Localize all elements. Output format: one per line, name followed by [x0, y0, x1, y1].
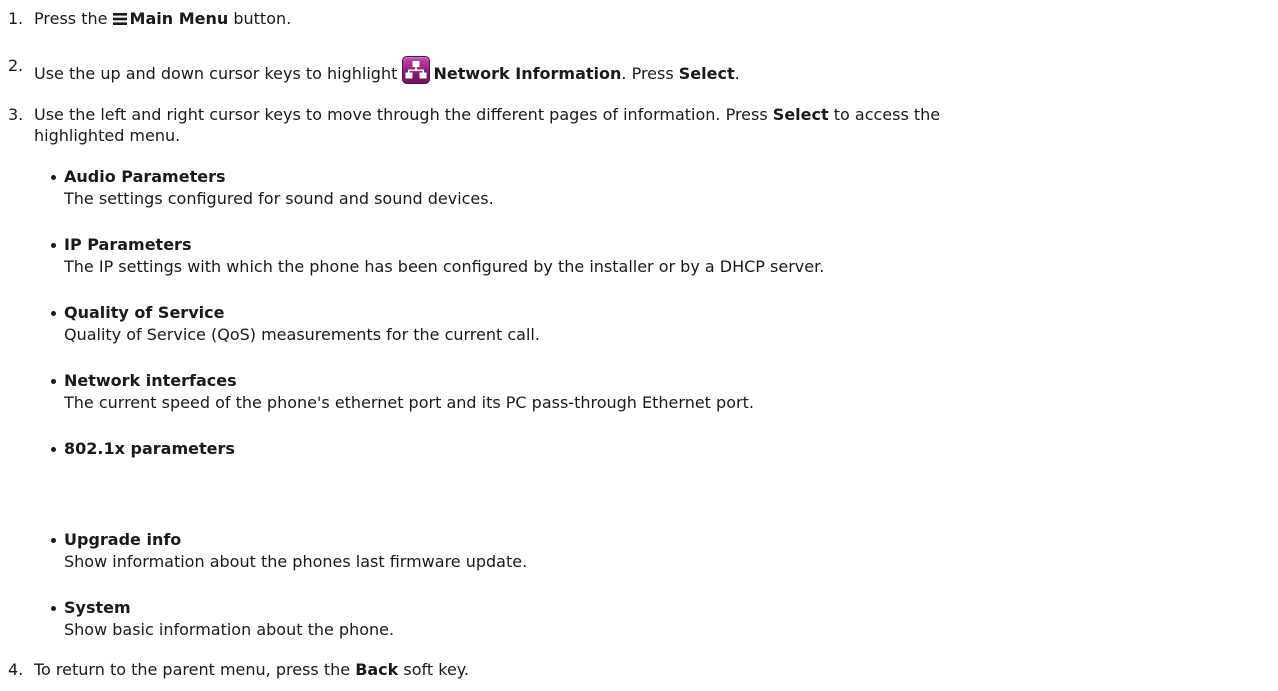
item-description: Quality of Service (QoS) measurements fo…: [64, 325, 540, 344]
step-text-line-2: highlighted menu.: [34, 126, 181, 145]
step-text-before: Press the: [34, 9, 108, 28]
step-text-after: . Press: [621, 64, 674, 83]
list-item: Upgrade info Show information about the …: [50, 530, 1250, 574]
step-text-before: Use the left and right cursor keys to mo…: [34, 105, 768, 124]
item-description: The current speed of the phone's etherne…: [64, 393, 754, 412]
step-text: Press the Main Menu button.: [34, 9, 1278, 30]
network-information-icon: [402, 56, 431, 84]
step-text-after: button.: [233, 9, 292, 28]
list-item: System Show basic information about the …: [50, 598, 1250, 642]
list-item: IP Parameters The IP settings with which…: [50, 235, 1250, 279]
step-text-period: .: [734, 64, 740, 83]
step-text-after: soft key.: [403, 660, 470, 679]
select-key-label: Select: [678, 64, 735, 83]
step-3: 3. Use the left and right cursor keys to…: [0, 105, 1278, 155]
item-description: Show basic information about the phone.: [64, 620, 395, 639]
select-key-label: Select: [772, 105, 829, 124]
step-text: Use the up and down cursor keys to highl…: [34, 56, 1278, 85]
list-item: Network interfaces The current speed of …: [50, 371, 1250, 415]
step-text-before: Use the up and down cursor keys to highl…: [34, 64, 398, 83]
list-item: 802.1x parameters: [50, 439, 1250, 483]
step-1: 1. Press the Main Menu button.: [0, 9, 1278, 33]
instructions-page: 1. Press the Main Menu button. 2. Use th…: [0, 0, 1278, 691]
item-title: System: [64, 598, 131, 617]
item-title: IP Parameters: [64, 235, 192, 254]
step-text-line-1: Use the left and right cursor keys to mo…: [34, 105, 1278, 126]
item-title: Upgrade info: [64, 530, 182, 549]
item-title: 802.1x parameters: [64, 439, 235, 458]
item-title: Audio Parameters: [64, 167, 226, 186]
item-description: The IP settings with which the phone has…: [64, 257, 825, 276]
item-description: The settings configured for sound and so…: [64, 189, 494, 208]
back-key-label: Back: [355, 660, 399, 679]
network-information-label: Network Information: [433, 64, 622, 83]
main-menu-icon: [112, 13, 127, 25]
item-title: Network interfaces: [64, 371, 237, 390]
list-item: Audio Parameters The settings configured…: [50, 167, 1250, 211]
list-item: Quality of Service Quality of Service (Q…: [50, 303, 1250, 347]
step-text: To return to the parent menu, press the …: [34, 660, 1278, 681]
main-menu-label: Main Menu: [129, 9, 229, 28]
item-description: Show information about the phones last f…: [64, 552, 528, 571]
step-text-before: To return to the parent menu, press the: [34, 660, 351, 679]
step-text-after: to access the: [833, 105, 941, 124]
step-4: 4. To return to the parent menu, press t…: [0, 660, 1278, 684]
item-title: Quality of Service: [64, 303, 225, 322]
step-2: 2. Use the up and down cursor keys to hi…: [0, 52, 1278, 85]
